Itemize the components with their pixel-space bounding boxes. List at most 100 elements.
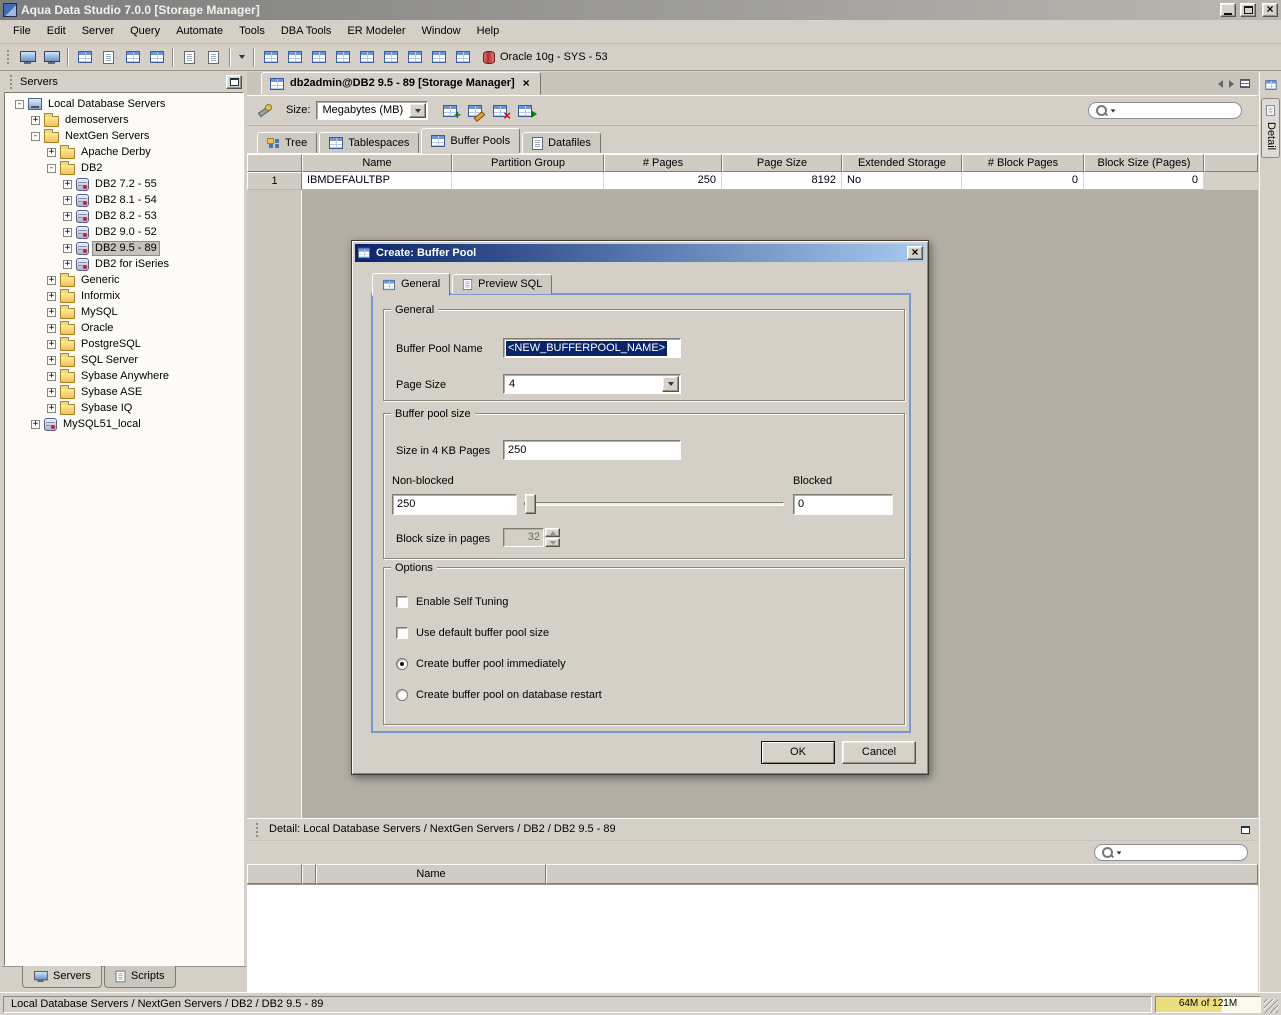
size-slider[interactable] [522,494,786,515]
dropdown-arrow-icon[interactable] [662,376,679,392]
page-size-select[interactable]: 4 [503,374,681,394]
column-header-page-size[interactable]: Page Size [722,154,842,172]
menu-automate[interactable]: Automate [168,22,231,41]
table-browser-button[interactable] [121,46,144,69]
size-unit-select[interactable]: Megabytes (MB) [316,101,429,120]
options-button[interactable] [253,99,276,122]
sidebar-tab-servers[interactable]: Servers [22,966,102,988]
checkbox-icon[interactable] [396,627,408,639]
non-blocked-input[interactable]: 250 [392,494,517,515]
expand-toggle-icon[interactable]: + [47,275,56,285]
tree-item[interactable]: + Informix [5,288,243,304]
drop-buffer-pool-button[interactable] [488,99,511,122]
table-row[interactable]: 1 IBMDEFAULTBP 250 8192 No 0 0 [247,172,1258,190]
cell-pages[interactable]: 250 [604,172,722,190]
expand-toggle-icon[interactable]: + [47,355,56,365]
grid-search-input[interactable] [1088,102,1242,119]
column-header-block-pages[interactable]: # Block Pages [962,154,1084,172]
expand-toggle-icon[interactable]: + [63,195,72,205]
tab-datafiles[interactable]: Datafiles [522,132,601,153]
cell-block-pages[interactable]: 0 [962,172,1084,190]
tree-item[interactable]: - NextGen Servers [5,128,243,144]
expand-toggle-icon[interactable]: - [15,99,24,109]
minimize-button[interactable] [1220,3,1236,17]
dropdown-arrow-icon[interactable] [409,103,427,118]
panel-grip[interactable] [10,75,14,89]
active-connection[interactable]: Oracle 10g - SYS - 53 [475,50,616,64]
expand-toggle-icon[interactable]: + [47,291,56,301]
tree-item[interactable]: + MySQL51_local [5,416,243,432]
tree-item[interactable]: + DB2 8.1 - 54 [5,192,243,208]
detail-column-header-name[interactable]: Name [316,864,546,884]
tree-item[interactable]: + Sybase IQ [5,400,243,416]
menu-er-modeler[interactable]: ER Modeler [339,22,413,41]
tree-item[interactable]: + Apache Derby [5,144,243,160]
blocked-input[interactable]: 0 [793,494,893,515]
detail-icon-column-header[interactable] [302,864,316,884]
menu-query[interactable]: Query [122,22,168,41]
tree-item[interactable]: + PostgreSQL [5,336,243,352]
size-in-pages-input[interactable]: 250 [503,440,681,460]
schema-browser-button[interactable] [73,46,96,69]
register-server-button[interactable] [16,46,39,69]
export-tool-button[interactable] [202,46,225,69]
expand-toggle-icon[interactable]: + [31,419,40,429]
tree-item[interactable]: - Local Database Servers [5,96,243,112]
auto-hide-button[interactable] [1262,76,1280,94]
log-viewer-button[interactable] [379,46,402,69]
spin-up-button[interactable] [545,528,560,537]
tab-tree[interactable]: Tree [257,132,318,153]
radio-icon[interactable] [396,689,408,701]
sidebar-tab-scripts[interactable]: Scripts [103,966,176,988]
cell-page-size[interactable]: 8192 [722,172,842,190]
toolbar-overflow-button[interactable] [235,46,249,69]
checkbox-icon[interactable] [396,596,408,608]
expand-toggle-icon[interactable]: + [47,387,56,397]
restore-panel-button[interactable] [1237,823,1253,837]
expand-toggle-icon[interactable]: - [47,163,56,173]
undock-panel-button[interactable] [226,75,242,89]
previous-tab-icon[interactable] [1218,79,1223,88]
document-tab[interactable]: db2admin@DB2 9.5 - 89 [Storage Manager] [261,72,541,95]
expand-toggle-icon[interactable]: + [47,323,56,333]
column-header-extended-storage[interactable]: Extended Storage [842,154,962,172]
tree-item[interactable]: + Generic [5,272,243,288]
query-analyzer-button[interactable] [97,46,120,69]
extract-ddl-button[interactable] [513,99,537,122]
import-tool-button[interactable] [178,46,201,69]
cell-partition-group[interactable] [452,172,604,190]
menu-file[interactable]: File [5,22,39,41]
menu-dba-tools[interactable]: DBA Tools [273,22,340,41]
detail-search-input[interactable] [1094,844,1248,861]
memory-indicator[interactable]: 64M of 121M [1155,995,1261,1013]
expand-toggle-icon[interactable]: + [47,371,56,381]
create-buffer-pool-button[interactable] [438,99,461,122]
menu-edit[interactable]: Edit [39,22,74,41]
column-header-partition-group[interactable]: Partition Group [452,154,604,172]
tree-item[interactable]: + DB2 9.0 - 52 [5,224,243,240]
search-options-icon[interactable] [1116,850,1122,855]
column-header-block-size[interactable]: Block Size (Pages) [1084,154,1204,172]
tree-item[interactable]: + SQL Server [5,352,243,368]
menu-help[interactable]: Help [469,22,508,41]
column-header-pages[interactable]: # Pages [604,154,722,172]
menu-server[interactable]: Server [74,22,122,41]
use-default-size-checkbox[interactable]: Use default buffer pool size [396,627,549,639]
tab-buffer-pools[interactable]: Buffer Pools [421,128,521,154]
tab-list-icon[interactable] [1240,79,1250,88]
grid-corner-header[interactable] [247,154,302,172]
expand-toggle-icon[interactable]: + [63,259,72,269]
detail-list-area[interactable] [247,884,1258,992]
cell-extended-storage[interactable]: No [842,172,962,190]
create-immediately-radio[interactable]: Create buffer pool immediately [396,658,566,670]
expand-toggle-icon[interactable]: + [47,339,56,349]
tree-item[interactable]: + DB2 7.2 - 55 [5,176,243,192]
expand-toggle-icon[interactable]: + [63,211,72,221]
column-header-name[interactable]: Name [302,154,452,172]
er-diagram-button[interactable] [145,46,168,69]
maximize-button[interactable] [1240,3,1256,17]
dialog-close-button[interactable] [907,246,923,260]
expand-toggle-icon[interactable]: + [63,179,72,189]
expand-toggle-icon[interactable]: + [63,227,72,237]
statistics-manager-button[interactable] [451,46,474,69]
